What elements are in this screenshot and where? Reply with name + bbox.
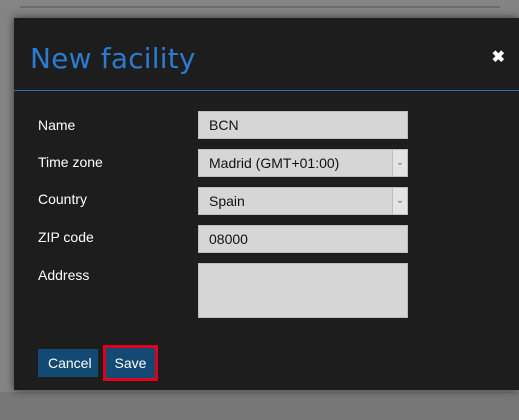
country-select[interactable]: Spain ⌄ [198,187,408,215]
zip-field[interactable]: 08000 [198,225,408,253]
country-selected-value: Spain [209,193,245,209]
zip-label: ZIP code [38,229,94,245]
new-facility-dialog: New facility ✖ Name BCN Time zone Madrid… [14,18,519,390]
close-icon[interactable]: ✖ [492,50,505,66]
cancel-button[interactable]: Cancel [38,349,98,377]
timezone-select[interactable]: Madrid (GMT+01:00) ⌄ [198,149,408,177]
country-label: Country [38,191,88,207]
address-label: Address [38,267,90,283]
save-button[interactable]: Save [103,345,158,381]
name-field[interactable]: BCN [198,111,408,139]
name-label: Name [38,117,76,133]
dialog-title: New facility [30,42,196,75]
address-textarea[interactable] [198,263,408,318]
timezone-selected-value: Madrid (GMT+01:00) [209,155,340,171]
dialog-header: New facility ✖ [14,18,519,91]
chevron-down-icon: ⌄ [392,150,407,176]
timezone-label: Time zone [38,154,103,170]
chevron-down-icon: ⌄ [392,188,407,214]
